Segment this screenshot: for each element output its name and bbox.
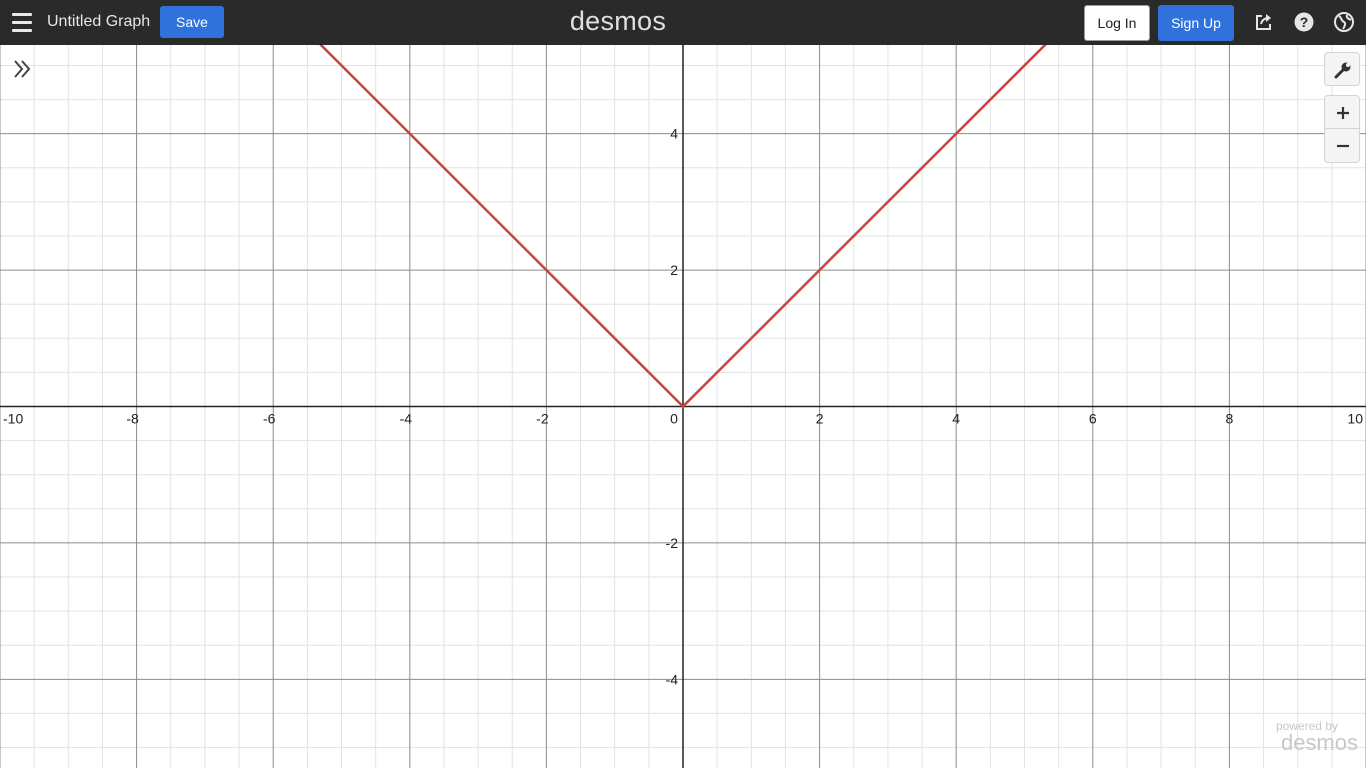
y-tick-label: -2 [666, 535, 679, 551]
log-in-button[interactable]: Log In [1084, 5, 1150, 41]
expand-expressions-icon[interactable] [10, 57, 36, 83]
powered-by-logo: desmos [1280, 730, 1358, 755]
x-tick-label: 4 [952, 411, 960, 427]
x-tick-label: 6 [1089, 411, 1097, 427]
y-tick-label: 4 [670, 126, 678, 142]
y-tick-label: -4 [666, 671, 679, 687]
graph-settings-wrench-icon[interactable] [1324, 52, 1360, 86]
top-bar: Untitled Graph Save desmos Log In Sign U… [0, 0, 1366, 45]
graph-plot[interactable]: -10 -8 -6 -4 -2 0 2 4 6 8 10 -4 -2 2 4 [0, 45, 1366, 768]
x-tick-label: 8 [1226, 411, 1234, 427]
powered-by-watermark: powered by desmos [1276, 720, 1358, 754]
x-tick-label: -4 [400, 411, 413, 427]
help-icon[interactable]: ? [1293, 11, 1315, 33]
y-tick-label: 2 [670, 262, 678, 278]
zoom-out-icon[interactable] [1324, 129, 1360, 163]
graph-canvas[interactable]: -10 -8 -6 -4 -2 0 2 4 6 8 10 -4 -2 2 4 powered by desm… [0, 45, 1366, 768]
zoom-in-icon[interactable] [1324, 95, 1360, 129]
x-tick-label: -2 [536, 411, 549, 427]
svg-text:?: ? [1300, 14, 1309, 30]
x-tick-label: -6 [263, 411, 276, 427]
language-globe-icon[interactable] [1333, 11, 1355, 33]
x-tick-label: -8 [126, 411, 139, 427]
x-tick-label: 2 [816, 411, 824, 427]
sign-up-button[interactable]: Sign Up [1158, 5, 1234, 41]
x-tick-label: 0 [670, 411, 678, 427]
x-tick-label: -10 [3, 411, 23, 427]
desmos-logo: desmos [569, 6, 667, 36]
x-tick-label: 10 [1347, 411, 1363, 427]
share-icon[interactable] [1253, 11, 1275, 33]
